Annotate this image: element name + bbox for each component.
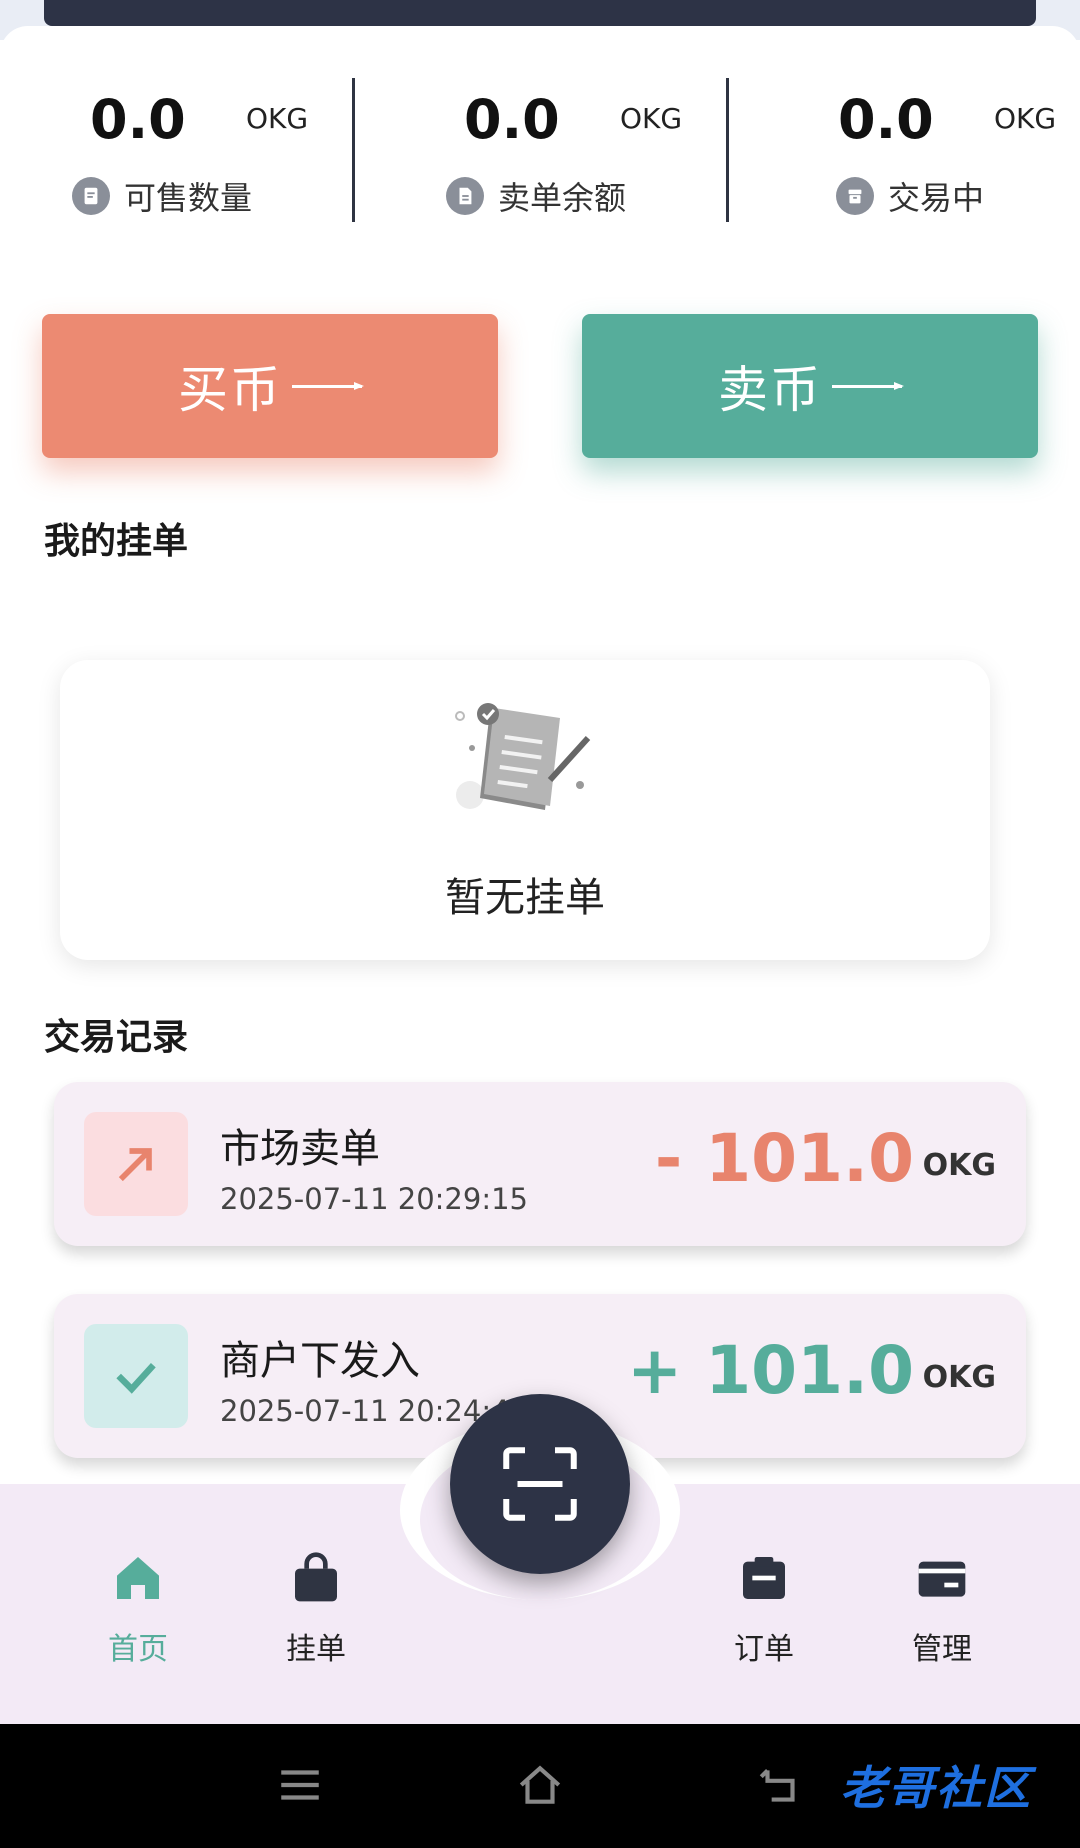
record-title: 市场卖单 <box>220 1126 380 1172</box>
clipboard-icon <box>743 1557 785 1599</box>
stat-divider <box>352 78 355 222</box>
empty-orders-card: 暂无挂单 <box>60 660 990 960</box>
stat-label: 可售数量 <box>124 179 253 217</box>
sell-label: 卖币 <box>718 361 822 419</box>
scan-button[interactable] <box>450 1394 630 1574</box>
back-icon[interactable] <box>750 1760 810 1810</box>
box-icon <box>836 177 874 215</box>
sell-button[interactable]: 卖币 <box>582 314 1038 458</box>
home-nav-icon[interactable] <box>510 1760 570 1810</box>
record-time: 2025-07-11 20:24:4 <box>220 1394 510 1428</box>
stat-value: 0.0 <box>90 88 186 151</box>
menu-icon[interactable] <box>270 1760 330 1810</box>
stat-unit: OKG <box>246 102 309 135</box>
check-icon <box>84 1324 188 1428</box>
stat-label: 卖单余额 <box>498 179 627 217</box>
stat-sell-balance: 0.0 OKG 卖单余额 <box>374 80 748 230</box>
card-icon <box>918 1561 966 1597</box>
stat-available: 0.0 OKG 可售数量 <box>0 80 374 230</box>
stat-value: 0.0 <box>464 88 560 151</box>
stat-label-row: 可售数量 <box>72 173 252 219</box>
record-amount: + 101.0 <box>626 1332 914 1409</box>
record-time: 2025-07-11 20:29:15 <box>220 1182 528 1216</box>
arrow-right-icon <box>832 381 904 390</box>
buy-button[interactable]: 买币 <box>42 314 498 458</box>
nav-label: 订单 <box>734 1632 794 1667</box>
watermark-logo: 老哥社区 <box>840 1761 1032 1815</box>
nav-orders-listing[interactable]: 挂单 <box>256 1550 376 1668</box>
bag-icon <box>295 1552 337 1602</box>
records-title: 交易记录 <box>44 1017 189 1058</box>
nav-label: 首页 <box>108 1632 168 1667</box>
stat-label: 交易中 <box>888 179 985 217</box>
stat-divider <box>726 78 729 222</box>
arrow-right-icon <box>292 381 364 390</box>
document-icon <box>446 177 484 215</box>
my-orders-title: 我的挂单 <box>44 521 189 562</box>
header-edge <box>44 0 1036 26</box>
record-amount: - 101.0 <box>654 1120 914 1197</box>
record-unit: OKG <box>922 1148 996 1183</box>
nav-manage[interactable]: 管理 <box>882 1550 1002 1668</box>
record-unit: OKG <box>922 1360 996 1395</box>
arrow-up-right-icon <box>84 1112 188 1216</box>
scan-icon <box>503 1447 577 1521</box>
nav-label: 挂单 <box>286 1632 346 1667</box>
stat-value: 0.0 <box>838 88 934 151</box>
stat-label-row: 卖单余额 <box>446 173 626 219</box>
home-icon <box>117 1557 159 1599</box>
receipt-icon <box>72 177 110 215</box>
buy-label: 买币 <box>178 361 282 419</box>
record-item[interactable]: 市场卖单 2025-07-11 20:29:15 - 101.0 OKG <box>54 1082 1026 1246</box>
stat-trading: 0.0 OKG 交易中 <box>748 80 1080 230</box>
empty-document-icon <box>455 703 591 810</box>
empty-orders-text: 暂无挂单 <box>445 875 605 921</box>
stat-unit: OKG <box>994 102 1057 135</box>
record-title: 商户下发入 <box>220 1338 420 1384</box>
nav-orders[interactable]: 订单 <box>704 1550 824 1668</box>
stat-unit: OKG <box>620 102 683 135</box>
nav-home[interactable]: 首页 <box>78 1550 198 1668</box>
nav-label: 管理 <box>912 1632 972 1667</box>
stat-label-row: 交易中 <box>836 173 984 219</box>
